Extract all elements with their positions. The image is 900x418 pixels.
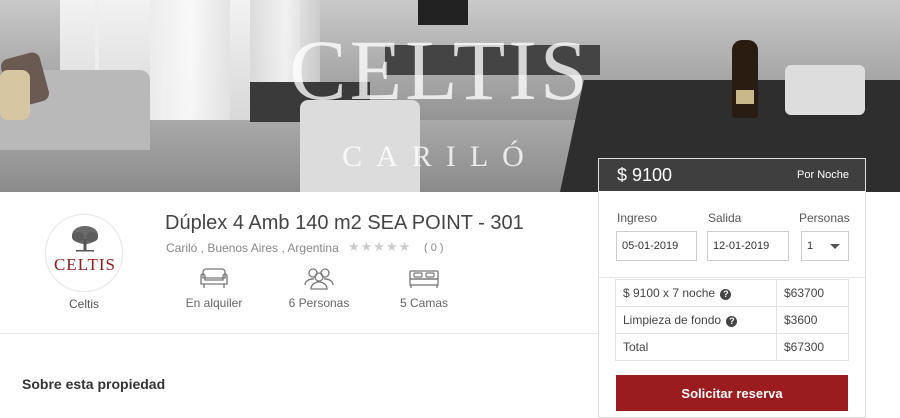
feature-label: 5 Camas (399, 296, 449, 310)
checkin-input[interactable]: 05-01-2019 (616, 231, 697, 261)
booking-panel: $ 9100 Por Noche Ingreso 05-01-2019 Sali… (598, 158, 866, 418)
host-logo[interactable]: CELTIS (45, 214, 123, 292)
cushion (0, 70, 30, 120)
about-heading: Sobre esta propiedad (22, 376, 166, 392)
rating-stars: ★★★★★ (348, 239, 412, 254)
guests-value: 1 (807, 240, 814, 252)
info-icon[interactable]: ? (720, 289, 732, 300)
cost-label: Limpieza de fondo ? (615, 306, 777, 334)
feature-rental: En alquiler (169, 266, 259, 310)
checkout-input[interactable]: 12-01-2019 (707, 231, 789, 261)
price-unit: Por Noche (797, 169, 849, 181)
property-title: Dúplex 4 Amb 140 m2 SEA POINT - 301 (165, 212, 524, 234)
hero-brand-location: CARILÓ (342, 140, 538, 173)
people-icon (304, 268, 334, 290)
feature-label: En alquiler (185, 296, 243, 310)
chair (785, 65, 865, 115)
armchair-icon (200, 268, 228, 288)
checkin-label: Ingreso (617, 211, 658, 225)
checkout-label: Salida (708, 211, 742, 225)
table-row: Limpieza de fondo ? $3600 (615, 306, 849, 334)
host-name[interactable]: Celtis (45, 297, 123, 311)
section-divider (0, 333, 598, 334)
bed-icon (409, 270, 439, 288)
feature-beds: 5 Camas (379, 266, 469, 310)
review-count: ( 0 ) (424, 242, 444, 254)
wine-bottle (732, 40, 758, 118)
guests-label: Personas (799, 211, 850, 225)
request-booking-button[interactable]: Solicitar reserva (616, 375, 848, 411)
host-logo-text: CELTIS (53, 255, 117, 274)
cost-label: $ 9100 x 7 noche ? (615, 279, 777, 307)
total-label: Total (615, 333, 777, 361)
tree-icon (72, 226, 98, 252)
feature-label: 6 Personas (288, 296, 350, 310)
total-amount: $67300 (776, 333, 849, 361)
curtain (150, 0, 230, 130)
hero-brand-name: CELTIS (289, 22, 591, 118)
chevron-down-icon (830, 244, 840, 249)
cost-amount: $63700 (776, 279, 849, 307)
table-row: $ 9100 x 7 noche ? $63700 (615, 279, 849, 307)
booking-panel-header: $ 9100 Por Noche (599, 159, 865, 191)
nightly-price: $ 9100 (617, 165, 673, 185)
property-location: Cariló , Buenos Aires , Argentina (166, 241, 339, 255)
info-icon[interactable]: ? (726, 316, 738, 327)
cost-breakdown: $ 9100 x 7 noche ? $63700 Limpieza de fo… (615, 279, 849, 361)
guests-select[interactable]: 1 (801, 231, 849, 261)
cost-amount: $3600 (776, 306, 849, 334)
table-row: Total $67300 (615, 333, 849, 361)
feature-guests: 6 Personas (274, 266, 364, 310)
panel-divider (599, 277, 865, 278)
